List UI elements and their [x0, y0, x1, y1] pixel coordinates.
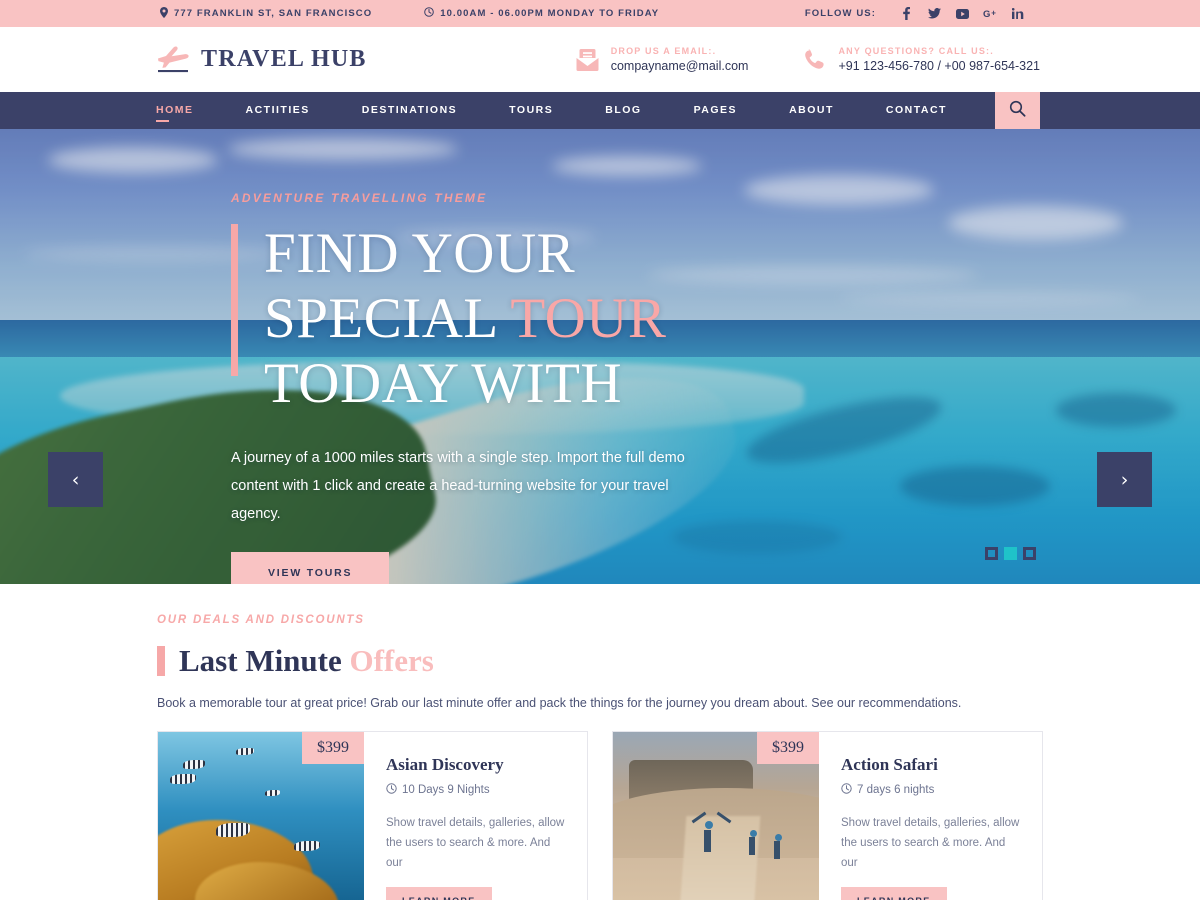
follow-us-label: FOLLOW US: — [804, 8, 876, 19]
offer-duration-text: 10 Days 9 Nights — [402, 784, 490, 796]
hero-headline-line-2: SPECIAL TOUR — [264, 286, 851, 351]
location-pin-icon — [160, 6, 168, 21]
clock-icon — [386, 783, 397, 797]
offer-card-image: $399 — [158, 732, 364, 900]
hero-headline-line-3: TODAY WITH — [264, 352, 623, 415]
offer-text: Show travel details, galleries, allow th… — [841, 817, 1020, 869]
google-plus-icon[interactable]: G + — [976, 8, 1004, 19]
svg-text:+: + — [991, 8, 997, 17]
hero-headline-line-1: FIND YOUR — [264, 222, 576, 285]
learn-more-button[interactable]: LEARN MORE — [841, 887, 947, 900]
search-button[interactable] — [995, 92, 1040, 129]
nav-item-home[interactable]: HOME — [156, 104, 194, 122]
email-value: compayname@mail.com — [610, 59, 749, 73]
slider-dot-2[interactable] — [1004, 547, 1017, 560]
clock-icon — [841, 783, 852, 797]
nav-item-contact[interactable]: CONTACT — [886, 104, 947, 118]
offer-text: Show travel details, galleries, allow th… — [386, 817, 565, 869]
hours-block: 10.00AM - 06.00PM MONDAY TO FRIDAY — [424, 7, 659, 20]
chevron-left-icon: ‹ — [71, 468, 80, 491]
nav-item-pages[interactable]: PAGES — [694, 104, 737, 118]
nav-item-actiities[interactable]: ACTIITIES — [246, 104, 310, 118]
offer-card[interactable]: $399 Asian Discovery 10 Days 9 Nights Sh… — [157, 731, 588, 900]
phone-value: +91 123-456-780 / +00 987-654-321 — [838, 59, 1040, 73]
slider-next-button[interactable]: › — [1097, 452, 1152, 507]
learn-more-button[interactable]: LEARN MORE — [386, 887, 492, 900]
hero-headline: FIND YOUR SPECIAL TOUR TODAY WITH — [264, 221, 851, 416]
offer-title: Asian Discovery — [386, 755, 504, 774]
clock-icon — [424, 7, 435, 20]
offer-price-badge: $399 — [757, 732, 819, 764]
logo[interactable]: TRAVEL HUB — [156, 45, 367, 75]
offer-card-image: $399 — [613, 732, 819, 900]
envelope-icon — [575, 47, 600, 72]
hours-text: 10.00AM - 06.00PM MONDAY TO FRIDAY — [440, 8, 660, 19]
offer-duration: 7 days 6 nights — [841, 783, 1022, 797]
section-kicker: OUR DEALS AND DISCOUNTS — [157, 614, 365, 626]
nav-item-blog[interactable]: BLOG — [605, 104, 641, 118]
offer-card[interactable]: $399 Action Safari 7 days 6 nights Show … — [612, 731, 1043, 900]
address-text: 777 FRANKLIN ST, SAN FRANCISCO — [174, 8, 373, 19]
section-accent-bar — [157, 646, 165, 676]
nav-item-about[interactable]: ABOUT — [789, 104, 834, 118]
offer-duration-text: 7 days 6 nights — [857, 784, 935, 796]
offer-card-body: Action Safari 7 days 6 nights Show trave… — [819, 732, 1042, 900]
hero-headline-line-2-accent: TOUR — [510, 287, 667, 350]
airplane-icon — [156, 45, 192, 75]
phone-icon — [802, 47, 827, 72]
header-contacts: DROP US A EMAIL:. compayname@mail.com AN… — [575, 46, 1040, 73]
section-title: Last Minute Offers — [179, 643, 434, 679]
facebook-icon[interactable] — [892, 7, 920, 20]
slider-dot-1[interactable] — [985, 547, 998, 560]
address-block: 777 FRANKLIN ST, SAN FRANCISCO — [160, 6, 373, 21]
youtube-icon[interactable] — [948, 8, 976, 19]
nav-item-tours[interactable]: TOURS — [509, 104, 553, 118]
slider-pagination — [985, 547, 1036, 560]
section-title-main: Last Minute — [179, 643, 350, 678]
offer-card-body: Asian Discovery 10 Days 9 Nights Show tr… — [364, 732, 587, 900]
nav-item-destinations[interactable]: DESTINATIONS — [362, 104, 457, 118]
offer-duration: 10 Days 9 Nights — [386, 783, 567, 797]
section-description: Book a memorable tour at great price! Gr… — [157, 696, 962, 710]
section-title-accent: Offers — [349, 643, 434, 678]
offer-title: Action Safari — [841, 755, 938, 774]
main-navigation: HOME ACTIITIES DESTINATIONS TOURS BLOG P… — [0, 92, 1200, 129]
email-contact[interactable]: DROP US A EMAIL:. compayname@mail.com — [575, 46, 749, 73]
twitter-icon[interactable] — [920, 8, 948, 19]
slider-prev-button[interactable]: ‹ — [48, 452, 103, 507]
linkedin-icon[interactable] — [1004, 8, 1032, 19]
hero-headline-wrap: FIND YOUR SPECIAL TOUR TODAY WITH — [231, 221, 851, 416]
top-bar: 777 FRANKLIN ST, SAN FRANCISCO 10.00AM -… — [0, 0, 1200, 27]
hero-slider: ADVENTURE TRAVELLING THEME FIND YOUR SPE… — [0, 129, 1200, 584]
offer-price-badge: $399 — [302, 732, 364, 764]
site-header: TRAVEL HUB DROP US A EMAIL:. compayname@… — [0, 27, 1200, 92]
hero-kicker: ADVENTURE TRAVELLING THEME — [231, 191, 488, 205]
phone-label: ANY QUESTIONS? CALL US:. — [838, 46, 994, 56]
phone-contact[interactable]: ANY QUESTIONS? CALL US:. +91 123-456-780… — [802, 46, 1040, 73]
chevron-right-icon: › — [1120, 468, 1129, 491]
search-icon — [1009, 100, 1026, 122]
offer-cards: $399 Asian Discovery 10 Days 9 Nights Sh… — [157, 731, 1200, 900]
view-tours-button[interactable]: VIEW TOURS — [231, 552, 390, 584]
section-title-wrap: Last Minute Offers — [157, 643, 1200, 679]
slider-dot-3[interactable] — [1023, 547, 1036, 560]
social-block: FOLLOW US: G + — [805, 7, 1032, 20]
hero-accent-bar — [231, 224, 238, 376]
email-label: DROP US A EMAIL:. — [610, 46, 717, 56]
nav-items: HOME ACTIITIES DESTINATIONS TOURS BLOG P… — [156, 104, 999, 122]
hero-content: ADVENTURE TRAVELLING THEME FIND YOUR SPE… — [231, 191, 851, 584]
hero-headline-line-2-main: SPECIAL — [264, 287, 511, 350]
last-minute-offers-section: OUR DEALS AND DISCOUNTS Last Minute Offe… — [0, 584, 1200, 900]
hero-description: A journey of a 1000 miles starts with a … — [231, 450, 685, 522]
logo-text: TRAVEL HUB — [201, 46, 367, 72]
